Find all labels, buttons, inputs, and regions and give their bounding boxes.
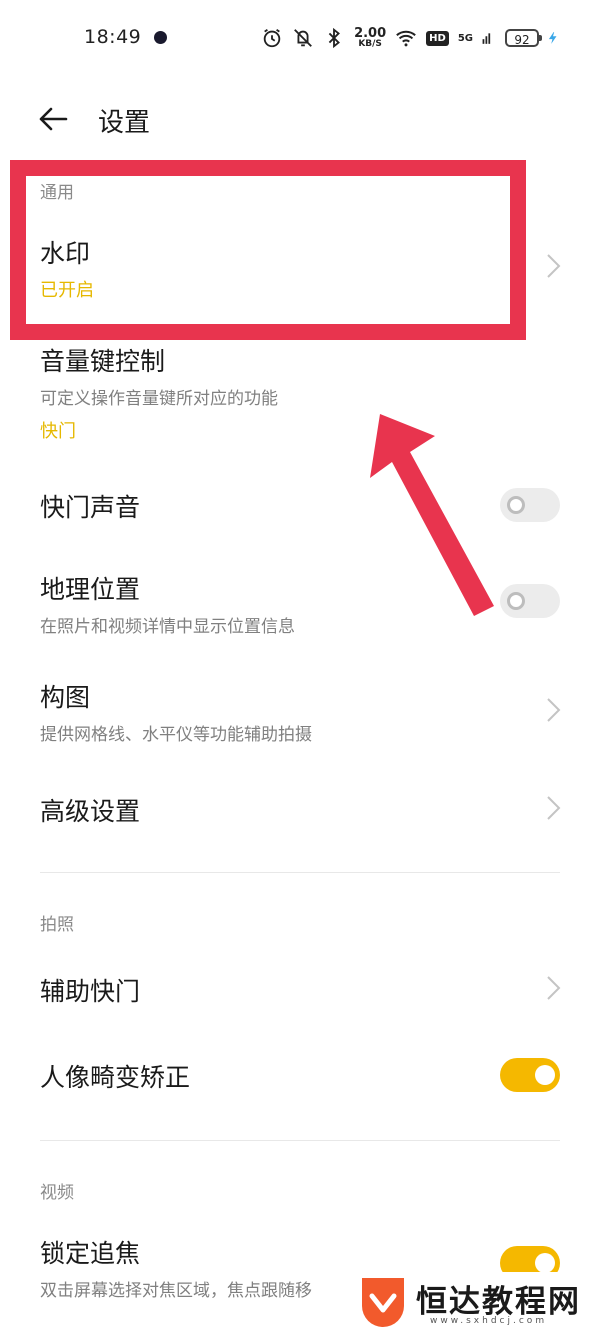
shutter-sound-toggle[interactable] — [500, 488, 560, 522]
network-speed: 2.00 KB/S — [354, 26, 387, 49]
bluetooth-icon — [328, 27, 341, 49]
notification-dot-icon — [154, 31, 167, 44]
row-subtitle: 双击屏幕选择对焦区域，焦点跟随移 — [40, 1281, 312, 1301]
site-watermark: 恒达教程网 www.sxhdcj.com — [350, 1272, 600, 1333]
section-divider — [40, 872, 560, 873]
row-subtitle: 可定义操作音量键所对应的功能 — [40, 389, 278, 409]
row-title: 锁定追焦 — [40, 1239, 141, 1268]
row-title: 构图 — [40, 683, 91, 712]
settings-row-portrait-distortion: 人像畸变矫正 — [0, 1056, 600, 1100]
location-toggle[interactable] — [500, 584, 560, 618]
row-title: 地理位置 — [40, 575, 141, 604]
site-logo-icon — [362, 1278, 404, 1327]
site-url: www.sxhdcj.com — [430, 1316, 548, 1326]
toggle-knob — [507, 592, 525, 610]
row-subtitle: 在照片和视频详情中显示位置信息 — [40, 617, 295, 637]
row-status: 已开启 — [40, 280, 94, 301]
app-header: 设置 — [0, 88, 600, 152]
chevron-right-icon — [547, 796, 561, 820]
row-title: 高级设置 — [40, 797, 141, 826]
mute-vibrate-icon — [294, 29, 312, 47]
row-title: 人像畸变矫正 — [40, 1063, 191, 1092]
settings-row-assist-shutter[interactable]: 辅助快门 — [0, 968, 600, 1012]
settings-row-composition[interactable]: 构图 提供网格线、水平仪等功能辅助拍摄 — [0, 676, 600, 746]
row-status: 快门 — [40, 421, 76, 442]
section-label-photo: 拍照 — [40, 915, 74, 935]
section-label-general: 通用 — [40, 183, 74, 203]
back-arrow-icon[interactable] — [36, 102, 70, 136]
toggle-knob — [535, 1253, 555, 1273]
status-time: 18:49 — [84, 26, 142, 48]
signal-icon — [482, 33, 491, 44]
settings-row-volume-key[interactable]: 音量键控制 可定义操作音量键所对应的功能 快门 — [0, 340, 600, 450]
wifi-icon — [396, 30, 416, 47]
section-divider — [40, 1140, 560, 1141]
hd-badge: HD — [426, 30, 449, 46]
site-name: 恒达教程网 — [416, 1284, 581, 1320]
alarm-icon — [263, 28, 281, 48]
row-title: 音量键控制 — [40, 347, 166, 376]
battery-indicator: 92 — [505, 29, 542, 47]
charging-icon — [548, 32, 557, 44]
toggle-knob — [507, 496, 525, 514]
chevron-right-icon — [547, 976, 561, 1000]
toggle-knob — [535, 1065, 555, 1085]
settings-row-location: 地理位置 在照片和视频详情中显示位置信息 — [0, 568, 600, 638]
page-title: 设置 — [98, 108, 151, 138]
row-subtitle: 提供网格线、水平仪等功能辅助拍摄 — [40, 725, 312, 745]
settings-row-watermark[interactable]: 水印 已开启 — [0, 228, 600, 328]
chevron-right-icon — [547, 254, 561, 278]
chevron-right-icon — [547, 698, 561, 722]
row-title: 水印 — [40, 239, 91, 268]
network-type: 5G — [457, 32, 473, 44]
settings-row-shutter-sound: 快门声音 — [0, 484, 600, 528]
section-label-video: 视频 — [40, 1183, 74, 1203]
status-icons: 2.00 KB/S HD 5G 92 — [261, 24, 560, 52]
settings-row-advanced[interactable]: 高级设置 — [0, 788, 600, 832]
row-title: 快门声音 — [40, 493, 141, 522]
row-title: 辅助快门 — [40, 977, 141, 1006]
status-bar: 18:49 2.00 KB/S HD 5G 92 — [0, 0, 600, 76]
portrait-distortion-toggle[interactable] — [500, 1058, 560, 1092]
